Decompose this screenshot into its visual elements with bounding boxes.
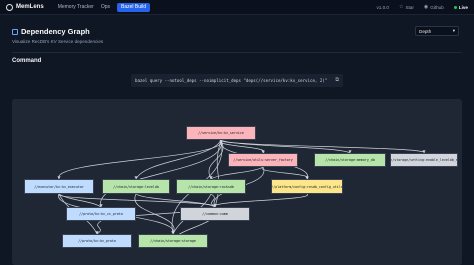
- github-label: Github: [430, 4, 444, 10]
- graph-edge: [214, 193, 308, 208]
- depth-select-value: Depth: [419, 28, 432, 34]
- graph-edge: [58, 193, 216, 208]
- command-block: bazel query --notool_deps --noimplicit_d…: [131, 74, 343, 87]
- graph-node[interactable]: //chain/storage:leveldb: [102, 179, 170, 194]
- graph-edge: [220, 139, 425, 154]
- page-title: Dependency Graph: [21, 27, 90, 36]
- live-label: Live: [458, 4, 468, 10]
- graph-node[interactable]: //chain/storage:rocksdb: [176, 179, 246, 194]
- star-button[interactable]: ☆ Star: [399, 4, 414, 10]
- graph-edge: [58, 193, 102, 208]
- title-row: Dependency Graph: [12, 27, 103, 36]
- main-nav: Memory Tracker Ops Bazel Build: [58, 2, 157, 12]
- graph-node[interactable]: //service/kv:kv_service: [186, 126, 256, 140]
- version-label: v1.0.0: [376, 4, 389, 10]
- graph-node[interactable]: //chain/storage:storage: [138, 234, 208, 248]
- logo-icon: [6, 3, 13, 11]
- top-right-actions: v1.0.0 ☆ Star ◉ Github Live: [366, 0, 468, 14]
- live-dot-icon: [453, 5, 457, 9]
- star-label: Star: [405, 4, 414, 10]
- nav-memory-tracker[interactable]: Memory Tracker: [58, 4, 94, 10]
- graph-node[interactable]: //platform/config:resdb_config_utils: [271, 179, 343, 194]
- star-icon: ☆: [398, 4, 404, 10]
- github-icon: ◉: [423, 4, 429, 10]
- command-section-label: Command: [12, 58, 42, 64]
- top-navigation-bar: MemLens Memory Tracker Ops Bazel Build v…: [0, 0, 474, 15]
- graph-node[interactable]: //proto/kv:kv_cc_proto: [66, 207, 136, 221]
- github-link[interactable]: ◉ Github: [424, 4, 444, 10]
- graph-node[interactable]: //chain/storage/setting:enable_leveldb_s…: [390, 153, 458, 167]
- command-text: bazel query --notool_deps --noimplicit_d…: [135, 78, 328, 83]
- chevron-down-icon: ▾: [452, 28, 455, 33]
- copy-icon[interactable]: ⧉: [335, 77, 339, 83]
- dependency-graph[interactable]: //service/kv:kv_service //service/utils:s…: [12, 99, 462, 265]
- depth-select[interactable]: Depth ▾: [415, 26, 459, 36]
- graph-edge: [214, 139, 222, 208]
- live-status[interactable]: Live: [453, 4, 468, 10]
- graph-node[interactable]: //executor/kv:kv_executor: [24, 179, 94, 194]
- app-name: MemLens: [16, 4, 44, 10]
- app-logo[interactable]: MemLens: [6, 3, 44, 11]
- graph-node[interactable]: //proto/kv:kv_proto: [62, 234, 132, 248]
- graph-node[interactable]: //common:comm: [180, 207, 250, 221]
- section-divider: [12, 52, 462, 53]
- graph-edge: [261, 166, 309, 180]
- graph-edge: [210, 166, 264, 180]
- page-header: Dependency Graph Visualize RecDB's KV Se…: [12, 27, 103, 44]
- graph-edge: [100, 139, 222, 208]
- graph-edge: [135, 139, 222, 180]
- graph-node[interactable]: //chain/storage:memory_db: [314, 153, 386, 167]
- graph-node[interactable]: //service/utils:server_factory: [228, 153, 298, 167]
- page-subtitle: Visualize RecDB's KV Service dependencie…: [12, 39, 104, 44]
- nav-bazel-build[interactable]: Bazel Build: [116, 2, 150, 12]
- graph-edge: [58, 139, 222, 180]
- nav-ops[interactable]: Ops: [101, 4, 110, 10]
- graph-icon: [12, 28, 18, 35]
